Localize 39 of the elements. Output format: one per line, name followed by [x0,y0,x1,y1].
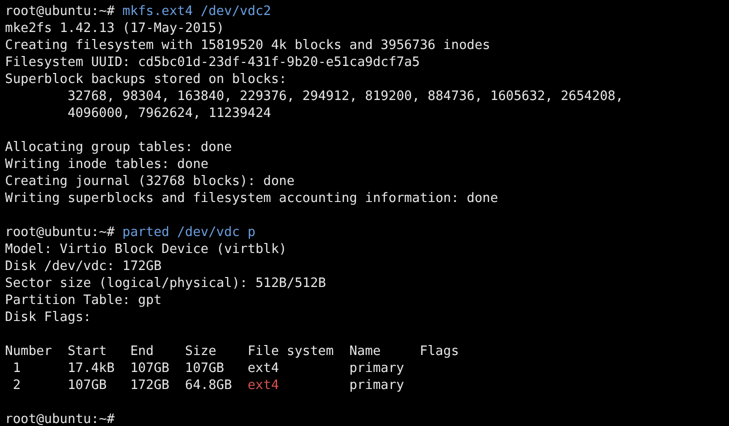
column-header: Size [185,343,216,360]
table-cell: 17.4kB [68,360,115,377]
output-text: Creating journal (32768 blocks): done [5,174,295,189]
column-header: File system [248,343,334,360]
column-header: End [130,343,154,360]
output-text: 32768, 98304, 163840, 229376, 294912, 819200, 884736, 1605632, 2654208, [68,89,624,104]
shell-prompt: root@ubuntu:~# [5,412,115,426]
table-cell: ext4 [248,377,279,394]
column-header: Name [349,343,381,360]
output-text: Allocating group tables: done [5,140,232,155]
table-cell: 64.8GB [185,377,232,394]
output-text: Model: Virtio Block Device (virtblk) [5,242,287,257]
table-cell: primary [349,360,404,377]
output-text: Creating filesystem with 15819520 4k blocks and 3956736 inodes [5,38,490,53]
table-cell: 107GB [185,360,224,377]
output-text: Disk /dev/vdc: 172GB [5,259,162,274]
table-cell-text: 2 [12,377,21,394]
table-cell: 172GB [130,377,170,394]
output-text: Superblock backups stored on blocks: [5,72,287,87]
output-text: Sector size (logical/physical): 512B/512B [5,276,326,291]
output-text: mke2fs 1.42.13 (17-May-2015) [5,21,224,36]
table-cell: ext4 [248,360,279,377]
output-text: Filesystem UUID: cd5bc01d-23df-431f-9b20-e51ca9dcf7a5 [5,55,420,70]
output-text: 4096000, 7962624, 11239424 [68,106,272,121]
column-header: Number [5,343,52,360]
output-text: Disk Flags: [5,310,92,325]
command-text: parted /dev/vdc p [122,225,256,240]
output-text: Writing superblocks and filesystem accounting information: done [5,191,498,206]
command-text: mkfs.ext4 /dev/vdc2 [122,4,272,19]
table-cell-text: 1 [12,360,21,377]
table-cell: 107GB [130,360,170,377]
table-cell: primary [349,377,404,394]
column-header: Flags [420,343,459,360]
output-text: Writing inode tables: done [5,157,208,172]
table-cell: 107GB [68,377,107,394]
shell-prompt: root@ubuntu:~# [5,4,115,19]
shell-prompt: root@ubuntu:~# [5,225,115,240]
column-header: Start [68,343,107,360]
output-text: Partition Table: gpt [5,293,162,308]
